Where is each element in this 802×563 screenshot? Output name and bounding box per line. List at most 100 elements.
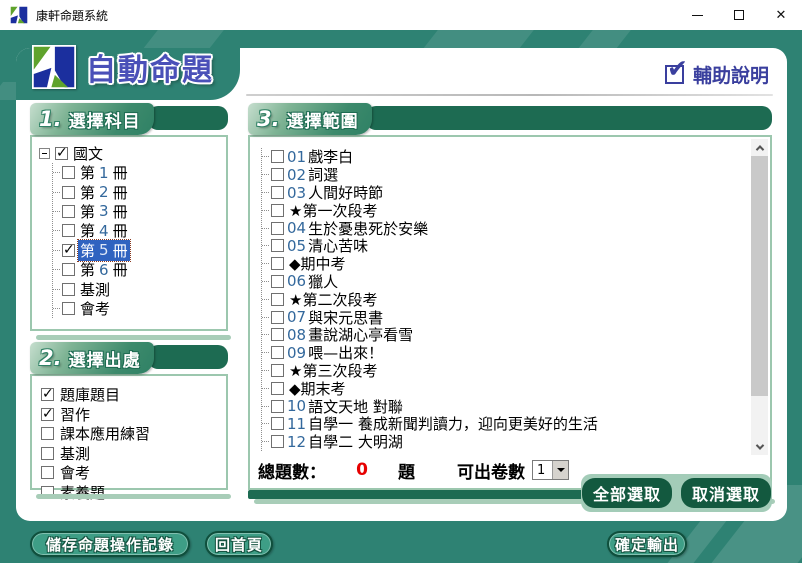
tree-item-checkbox[interactable] xyxy=(62,224,75,237)
tree-line xyxy=(262,210,269,211)
range-item[interactable]: 02 詞選 xyxy=(262,166,770,184)
tree-item[interactable]: 第4冊 xyxy=(53,221,224,240)
range-checkbox[interactable] xyxy=(271,239,284,252)
select-all-button[interactable]: 全部選取 xyxy=(582,478,672,508)
range-checkbox[interactable] xyxy=(271,168,284,181)
range-item[interactable]: 03 人間好時節 xyxy=(262,184,770,202)
range-item[interactable]: 07 與宋元思書 xyxy=(262,308,770,326)
source-label: 素養題 xyxy=(60,482,105,503)
tree-item[interactable]: 第6冊 xyxy=(53,260,224,279)
decor-stripe xyxy=(577,30,631,50)
panel-header-bar xyxy=(366,106,772,130)
range-item[interactable]: ◆期中考 xyxy=(262,255,770,273)
range-item[interactable]: 12 自學二 大明湖 xyxy=(262,433,770,451)
range-checkbox[interactable] xyxy=(271,311,284,324)
tree-item-label[interactable]: 第3冊 xyxy=(78,201,130,222)
tree-item[interactable]: 第3冊 xyxy=(53,202,224,221)
tree-item-label[interactable]: 基測 xyxy=(78,279,120,300)
range-checkbox[interactable] xyxy=(271,186,284,199)
range-item[interactable]: 06 獵人 xyxy=(262,273,770,291)
range-checkbox[interactable] xyxy=(271,400,284,413)
dropdown-button[interactable] xyxy=(552,461,568,479)
range-checkbox[interactable] xyxy=(271,257,284,270)
source-option[interactable]: 基測 xyxy=(41,444,226,464)
source-checkbox[interactable] xyxy=(41,408,54,421)
range-checkbox[interactable] xyxy=(271,222,284,235)
range-item[interactable]: 04 生於憂患死於安樂 xyxy=(262,219,770,237)
panel-number: 1. xyxy=(39,107,62,131)
tree-item[interactable]: 基測 xyxy=(53,279,224,298)
tree-item-checkbox[interactable] xyxy=(62,166,75,179)
tree-item-checkbox[interactable] xyxy=(62,244,75,257)
source-option[interactable]: 課本應用練習 xyxy=(41,424,226,444)
tree-item-checkbox[interactable] xyxy=(62,205,75,218)
range-checkbox[interactable] xyxy=(271,382,284,395)
tree-item-checkbox[interactable] xyxy=(62,186,75,199)
tree-item-label[interactable]: 第2冊 xyxy=(78,182,130,203)
tree-item-label[interactable]: 第1冊 xyxy=(78,162,130,183)
tree-item-checkbox[interactable] xyxy=(62,263,75,276)
range-checkbox[interactable] xyxy=(271,328,284,341)
range-checkbox[interactable] xyxy=(271,204,284,217)
tree-line xyxy=(53,308,60,309)
subject-root-checkbox[interactable] xyxy=(55,147,68,160)
tree-item-label[interactable]: 第5冊 xyxy=(78,240,130,261)
scrollbar[interactable] xyxy=(751,139,768,455)
source-option[interactable]: 素養題 xyxy=(41,483,226,503)
tree-item[interactable]: 第5冊 xyxy=(53,241,224,260)
minimize-icon xyxy=(692,15,703,16)
save-record-button[interactable]: 儲存命題操作記錄 xyxy=(30,531,190,557)
range-item-number: 11 xyxy=(287,415,306,433)
tree-item[interactable]: 會考 xyxy=(53,299,224,318)
copies-dropdown[interactable]: 1 xyxy=(532,460,569,480)
confirm-output-button[interactable]: 確定輸出 xyxy=(607,531,687,557)
tree-root-guowen[interactable]: 國文 xyxy=(39,144,224,163)
source-checkbox[interactable] xyxy=(41,447,54,460)
close-button[interactable]: ✕ xyxy=(760,0,802,30)
tree-item-checkbox[interactable] xyxy=(62,283,75,296)
panel-header-bar xyxy=(148,106,228,130)
home-button[interactable]: 回首頁 xyxy=(205,531,273,557)
tree-item-label[interactable]: 會考 xyxy=(78,298,120,319)
range-checkbox[interactable] xyxy=(271,293,284,306)
scroll-up-button[interactable] xyxy=(751,139,768,156)
tree-item[interactable]: 第1冊 xyxy=(53,163,224,182)
range-item[interactable]: ★第三次段考 xyxy=(262,362,770,380)
range-item-number: 03 xyxy=(287,184,306,202)
source-option[interactable]: 習作 xyxy=(41,405,226,425)
range-item[interactable]: ◆期末考 xyxy=(262,379,770,397)
source-checkbox[interactable] xyxy=(41,466,54,479)
tree-item-label[interactable]: 第6冊 xyxy=(78,259,130,280)
range-checkbox[interactable] xyxy=(271,346,284,359)
maximize-button[interactable] xyxy=(718,0,760,30)
range-item[interactable]: 01 戲李白 xyxy=(262,148,770,166)
help-label: 輔助說明 xyxy=(693,61,769,88)
source-option[interactable]: 會考 xyxy=(41,463,226,483)
scroll-down-button[interactable] xyxy=(751,438,768,455)
source-checkbox[interactable] xyxy=(41,427,54,440)
scrollbar-thumb[interactable] xyxy=(751,156,768,396)
help-toggle[interactable]: 輔助說明 xyxy=(665,61,769,88)
deselect-all-button[interactable]: 取消選取 xyxy=(681,478,771,508)
range-item[interactable]: 08 畫說湖心亭看雪 xyxy=(262,326,770,344)
range-checkbox[interactable] xyxy=(271,275,284,288)
source-checkbox[interactable] xyxy=(41,388,54,401)
range-item[interactable]: 05 清心苦味 xyxy=(262,237,770,255)
help-check-icon xyxy=(665,65,684,84)
tree-item-checkbox[interactable] xyxy=(62,302,75,315)
range-item[interactable]: ★第一次段考 xyxy=(262,201,770,219)
range-item[interactable]: 09 喂—出來！ xyxy=(262,344,770,362)
source-option[interactable]: 題庫題目 xyxy=(41,385,226,405)
tree-item-label[interactable]: 第4冊 xyxy=(78,220,130,241)
minimize-button[interactable] xyxy=(676,0,718,30)
range-item[interactable]: 10 語文天地 對聯 xyxy=(262,397,770,415)
range-checkbox[interactable] xyxy=(271,150,284,163)
range-list-box: 01 戲李白 02 詞選 03 人間好時節 xyxy=(248,135,772,490)
tree-item[interactable]: 第2冊 xyxy=(53,182,224,201)
range-item[interactable]: ★第二次段考 xyxy=(262,290,770,308)
range-checkbox[interactable] xyxy=(271,417,284,430)
range-checkbox[interactable] xyxy=(271,364,284,377)
range-checkbox[interactable] xyxy=(271,435,284,448)
range-item[interactable]: 11 自學一 養成新聞判讀力，迎向更美好的生活 xyxy=(262,415,770,433)
collapse-icon[interactable] xyxy=(39,148,50,159)
